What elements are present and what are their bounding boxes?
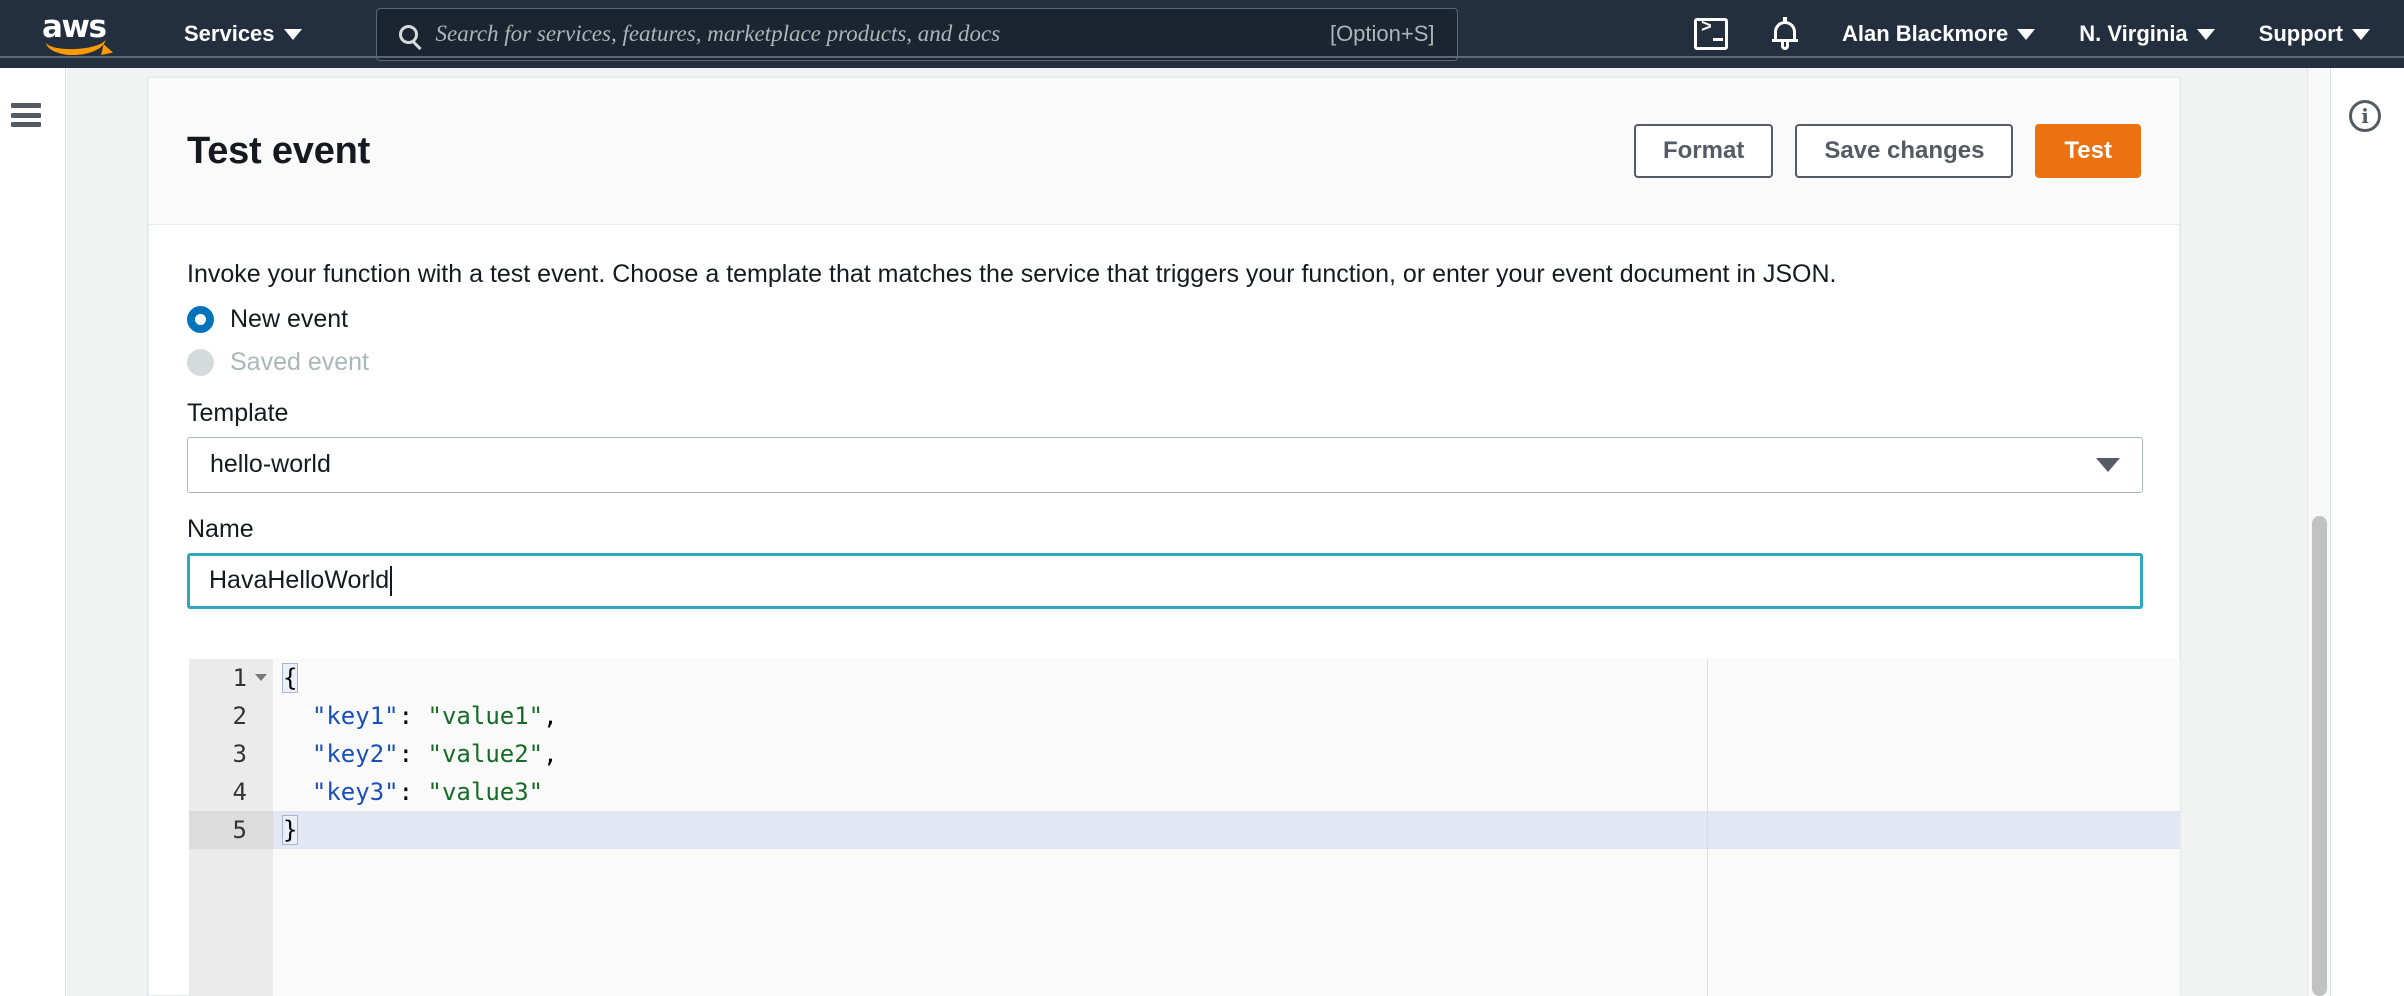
panel-body: Invoke your function with a test event. …	[149, 225, 2179, 609]
line-number: 3	[232, 740, 247, 768]
region-menu-label: N. Virginia	[2079, 21, 2188, 46]
aws-smile-icon	[45, 37, 107, 57]
radio-saved-event[interactable]: Saved event	[187, 348, 2141, 377]
right-help-rail: i	[2330, 68, 2404, 996]
hamburger-icon[interactable]	[11, 103, 41, 127]
line-number: 4	[232, 778, 247, 806]
radio-new-event[interactable]: New event	[187, 305, 2141, 334]
line-number: 5	[189, 811, 273, 849]
fold-arrow-icon[interactable]	[255, 674, 267, 681]
code-token: "value3"	[427, 778, 544, 806]
radio-new-event-indicator[interactable]	[187, 305, 214, 333]
services-menu-label: Services	[184, 21, 275, 46]
global-navigation-bar: aws Services Search for services, featur…	[0, 0, 2404, 68]
code-token: ,	[543, 740, 558, 768]
global-nav-right-group: Alan Blackmore N. Virginia Support	[1650, 17, 2404, 51]
code-token: :	[398, 740, 428, 768]
format-button[interactable]: Format	[1633, 124, 1774, 178]
code-line: "key3": "value3"	[273, 773, 2180, 811]
line-number: 2	[232, 702, 247, 730]
chevron-down-icon	[2017, 28, 2036, 40]
account-menu-button[interactable]: Alan Blackmore	[1841, 21, 2036, 47]
support-menu-button[interactable]: Support	[2259, 21, 2370, 47]
account-menu-label: Alan Blackmore	[1841, 21, 2009, 46]
radio-saved-event-label: Saved event	[230, 347, 369, 376]
global-search-input[interactable]: Search for services, features, marketpla…	[375, 7, 1458, 61]
event-name-input[interactable]: HavaHelloWorld	[187, 552, 2143, 609]
info-circle-icon[interactable]: i	[2349, 100, 2381, 132]
template-select[interactable]: hello-world	[187, 436, 2143, 493]
panel-header-actions: Format Save changes Test	[1633, 124, 2141, 178]
vertical-scrollbar[interactable]	[2307, 68, 2329, 996]
code-line: }	[273, 811, 2180, 849]
name-label: Name	[187, 514, 254, 543]
code-token: {	[281, 663, 299, 693]
search-shortcut-hint: [Option+S]	[1329, 21, 1435, 46]
template-selected-value: hello-world	[210, 450, 331, 478]
code-token: }	[281, 815, 299, 845]
text-cursor	[390, 565, 393, 596]
code-token: "key2"	[311, 740, 399, 768]
chevron-down-icon	[2352, 28, 2370, 40]
code-line: {	[273, 659, 2180, 697]
bell-icon[interactable]	[1771, 17, 1798, 51]
global-search-placeholder: Search for services, features, marketpla…	[435, 21, 1001, 46]
services-menu-button[interactable]: Services	[184, 21, 302, 47]
event-name-value: HavaHelloWorld	[209, 566, 390, 594]
chevron-down-icon	[2196, 28, 2215, 40]
search-icon	[398, 24, 418, 44]
code-token: "key3"	[311, 778, 399, 806]
panel-header: Test event Format Save changes Test	[149, 78, 2179, 225]
aws-logo[interactable]: aws	[42, 9, 124, 57]
code-token: :	[398, 778, 428, 806]
code-line: "key1": "value1",	[273, 697, 2180, 735]
aws-wordmark: aws	[42, 9, 107, 45]
code-token: "value1"	[427, 702, 544, 730]
radio-saved-event-indicator[interactable]	[187, 348, 214, 376]
line-number: 1	[189, 659, 273, 697]
code-token: ,	[543, 702, 558, 730]
region-menu-button[interactable]: N. Virginia	[2079, 21, 2215, 47]
json-event-editor[interactable]: 1 2 3 4 5 { "key1": "value1", "key2": "value…	[189, 659, 2180, 996]
cloudshell-icon[interactable]	[1693, 18, 1728, 50]
test-button[interactable]: Test	[2035, 124, 2141, 178]
code-token: :	[398, 702, 428, 730]
code-line: "key2": "value2",	[273, 735, 2180, 773]
panel-description: Invoke your function with a test event. …	[187, 260, 1837, 288]
support-menu-label: Support	[2258, 21, 2343, 46]
editor-line-number-gutter: 1 2 3 4 5	[189, 659, 273, 996]
radio-new-event-label: New event	[230, 304, 349, 333]
code-token: "key1"	[311, 702, 399, 730]
code-token: "value2"	[427, 740, 544, 768]
editor-print-margin	[1707, 659, 1708, 996]
left-navigation-rail	[0, 68, 66, 996]
save-changes-button[interactable]: Save changes	[1795, 124, 2014, 178]
chevron-down-icon	[2096, 457, 2120, 472]
page-title: Test event	[187, 129, 371, 172]
editor-code-area[interactable]: { "key1": "value1", "key2": "value2", "k…	[273, 659, 2180, 996]
template-label: Template	[187, 398, 289, 427]
scrollbar-thumb[interactable]	[2312, 516, 2327, 996]
chevron-down-icon	[283, 28, 302, 40]
